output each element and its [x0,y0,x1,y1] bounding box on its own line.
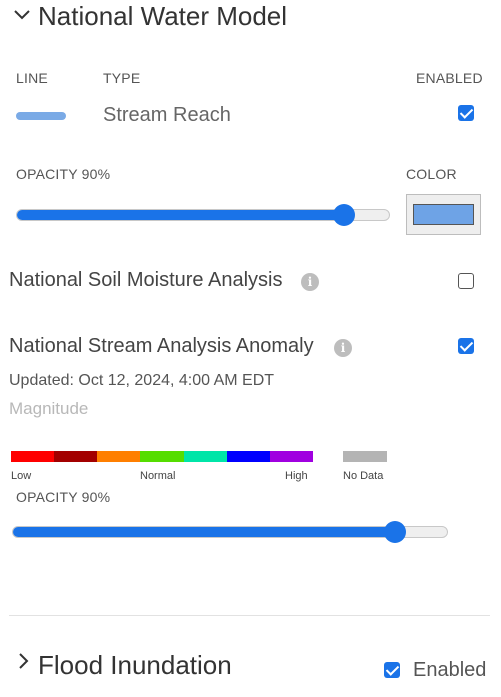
slider-fill [13,527,395,537]
anomaly-opacity-slider-thumb[interactable] [384,521,406,543]
info-icon[interactable]: i [301,273,319,291]
legend-nodata-swatch [343,451,387,462]
chevron-right-icon[interactable] [14,651,34,671]
legend-segment [97,451,140,462]
enabled-column-header: ENABLED [416,70,483,86]
type-column-header: TYPE [103,70,141,86]
legend-segment [184,451,227,462]
flood-enabled-checkbox[interactable] [384,662,400,678]
legend-segment [54,451,97,462]
anomaly-opacity-slider[interactable] [12,526,448,538]
stream-anomaly-checkbox[interactable] [458,338,474,354]
legend-normal-label: Normal [140,470,176,482]
layer-type-value: Stream Reach [103,104,231,126]
updated-timestamp: Updated: Oct 12, 2024, 4:00 AM EDT [9,372,275,389]
nwm-opacity-slider-thumb[interactable] [333,204,355,226]
nwm-opacity-label: OPACITY 90% [16,166,111,182]
color-swatch [413,204,474,225]
line-style-swatch [16,112,66,120]
legend-low-label: Low [11,470,32,482]
legend-segment [140,451,184,462]
anomaly-opacity-label: OPACITY 90% [16,489,111,505]
legend-segment [11,451,54,462]
nwm-enabled-checkbox[interactable] [458,105,474,121]
chevron-down-icon[interactable] [12,5,32,25]
soil-moisture-checkbox[interactable] [458,273,474,289]
legend-segment [270,451,313,462]
stream-anomaly-label: National Stream Analysis Anomaly [9,335,314,357]
flood-enabled-label: Enabled [413,659,487,681]
color-picker-button[interactable] [406,194,481,235]
magnitude-legend-bar [11,451,313,462]
soil-moisture-label: National Soil Moisture Analysis [9,269,283,291]
slider-fill [17,210,352,220]
flood-section-title[interactable]: Flood Inundation [38,650,232,681]
nwm-section-title[interactable]: National Water Model [38,1,287,32]
legend-nodata-label: No Data [343,470,384,482]
legend-high-label: High [285,470,308,482]
color-label: COLOR [406,166,457,182]
line-column-header: LINE [16,70,48,86]
magnitude-label: Magnitude [9,399,89,418]
info-icon[interactable]: i [334,339,352,357]
legend-segment [227,451,270,462]
section-divider [9,615,490,616]
